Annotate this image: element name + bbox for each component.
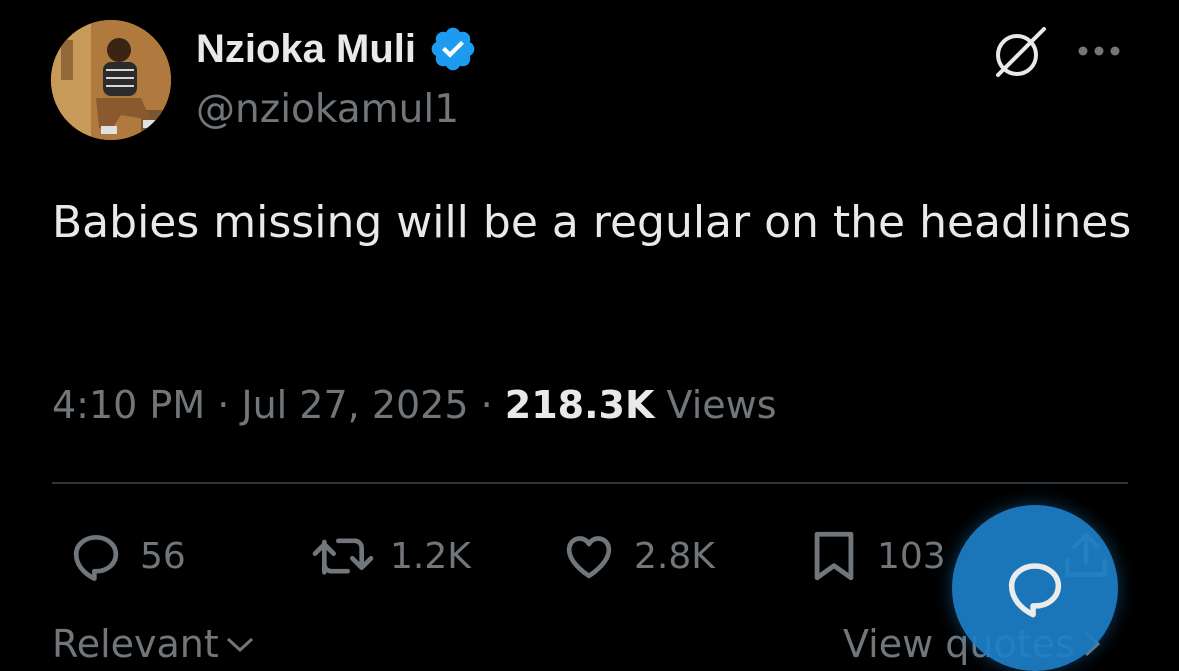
views-label[interactable]: Views <box>667 383 777 427</box>
sort-label: Relevant <box>52 622 219 666</box>
like-button[interactable]: 2.8K <box>558 528 715 584</box>
bookmark-count: 103 <box>877 535 946 577</box>
reply-fab-icon <box>1008 563 1062 618</box>
avatar-image <box>51 20 171 140</box>
repost-count: 1.2K <box>390 535 471 577</box>
bookmark-icon <box>814 531 854 581</box>
views-count[interactable]: 218.3K <box>505 383 655 427</box>
reply-count: 56 <box>140 535 186 577</box>
user-handle[interactable]: @nziokamul1 <box>196 85 459 135</box>
meta-separator: · <box>205 383 242 427</box>
display-name-row[interactable]: Nzioka Muli <box>196 24 478 74</box>
tweet-date[interactable]: Jul 27, 2025 <box>241 383 468 427</box>
heart-icon <box>566 536 612 579</box>
reply-button[interactable]: 56 <box>66 528 186 584</box>
tweet-text: Babies missing will be a regular on the … <box>52 197 1132 248</box>
grok-icon[interactable] <box>990 25 1048 79</box>
sort-dropdown[interactable]: Relevant <box>52 622 255 666</box>
reply-icon <box>73 535 119 581</box>
avatar[interactable] <box>51 20 171 140</box>
bookmark-button[interactable]: 103 <box>805 528 946 584</box>
more-options-icon[interactable] <box>1076 36 1122 66</box>
display-name[interactable]: Nzioka Muli <box>196 24 416 74</box>
compose-reply-fab[interactable] <box>952 505 1118 671</box>
tweet-time[interactable]: 4:10 PM <box>52 383 205 427</box>
like-count: 2.8K <box>634 535 715 577</box>
repost-button[interactable]: 1.2K <box>310 528 471 584</box>
repost-icon <box>312 538 374 575</box>
meta-separator: · <box>468 383 505 427</box>
divider <box>52 482 1128 484</box>
chevron-down-icon <box>226 637 253 653</box>
verified-badge-icon <box>431 27 475 71</box>
tweet-meta: 4:10 PM · Jul 27, 2025 · 218.3K Views <box>52 378 777 432</box>
